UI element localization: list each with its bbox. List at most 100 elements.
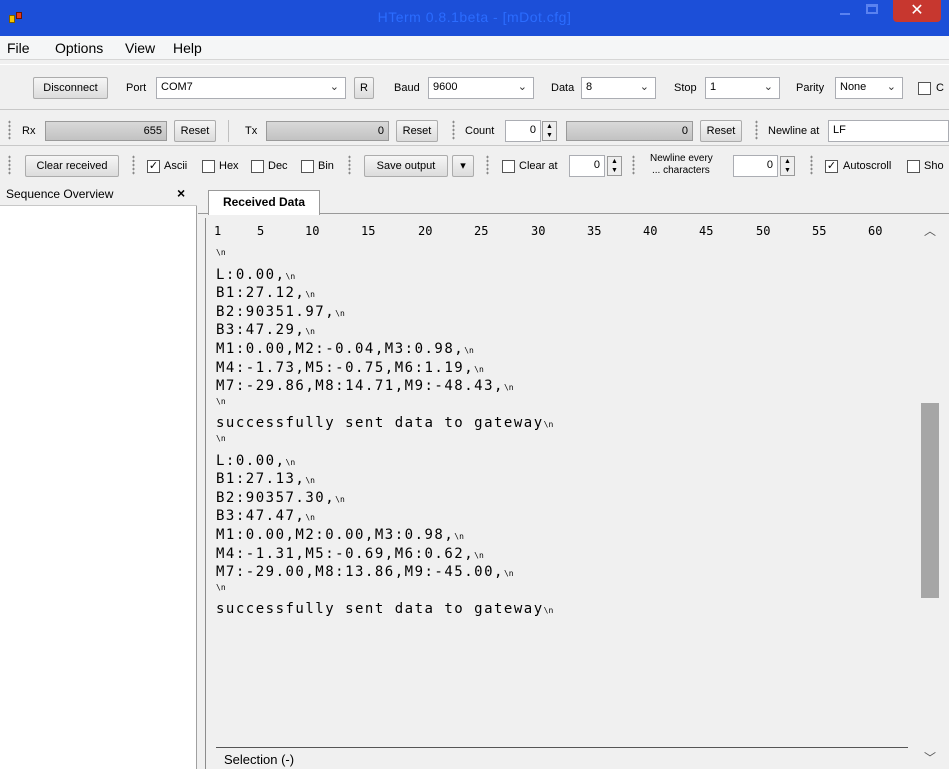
close-icon[interactable]: × <box>177 185 185 201</box>
received-line: B2:90351.97,\n <box>216 304 916 323</box>
received-line: B1:27.13,\n <box>216 471 916 490</box>
received-line: B1:27.12,\n <box>216 285 916 304</box>
separator <box>228 120 229 142</box>
cts-label: C <box>936 82 944 94</box>
newline-marker: \n <box>474 550 484 560</box>
received-line: \n <box>216 434 916 453</box>
clear-at-spinner[interactable]: ▲ ▼ <box>607 156 622 176</box>
clear-at-checkbox[interactable] <box>502 160 515 173</box>
received-line: \n <box>216 583 916 602</box>
tx-reset-button[interactable]: Reset <box>396 120 438 142</box>
received-text[interactable]: \n L:0.00,\n B1:27.12,\n B2:90351.97,\n B3:4… <box>216 248 916 620</box>
received-line-text: M7:-29.86,M8:14.71,M9:-48.43, <box>216 378 504 395</box>
refresh-ports-button[interactable]: R <box>354 77 374 99</box>
ruler-tick: 25 <box>474 224 489 238</box>
ascii-checkbox[interactable]: ✓ <box>147 160 160 173</box>
received-line-text: B3:47.29, <box>216 322 306 339</box>
data-bits-label: Data <box>551 82 575 94</box>
port-select[interactable]: COM7 ⌄ <box>156 77 346 99</box>
menu-help[interactable]: Help <box>173 40 202 56</box>
received-line: successfully sent data to gateway\n <box>216 601 916 620</box>
received-line-text: M4:-1.73,M5:-0.75,M6:1.19, <box>216 359 475 376</box>
minimize-button[interactable] <box>833 0 857 22</box>
received-line-text: B2:90357.30, <box>216 489 336 506</box>
data-bits-select[interactable]: 8 ⌄ <box>581 77 656 99</box>
ruler-tick: 45 <box>699 224 714 238</box>
menu-view[interactable]: View <box>125 40 155 56</box>
newline-every-spinner[interactable]: ▲ ▼ <box>780 156 795 176</box>
newline-marker: \n <box>305 476 315 486</box>
divider <box>216 747 908 748</box>
rx-reset-button[interactable]: Reset <box>174 120 216 142</box>
toolbar-grip[interactable] <box>8 120 11 140</box>
hex-checkbox[interactable] <box>202 160 215 173</box>
disconnect-button[interactable]: Disconnect <box>33 77 108 99</box>
chevron-up-icon[interactable]: ︿ <box>924 222 936 239</box>
newline-marker: \n <box>305 327 315 337</box>
ruler-tick: 55 <box>812 224 827 238</box>
chevron-down-icon[interactable]: ﹀ <box>924 749 936 766</box>
ruler-tick: 10 <box>305 224 320 238</box>
newline-at-select[interactable]: LF <box>828 120 949 142</box>
received-line-text: M1:0.00,M2:0.00,M3:0.98, <box>216 526 455 543</box>
bin-checkbox[interactable] <box>301 160 314 173</box>
received-data-area[interactable]: 1 5 10 15 20 25 30 35 40 45 50 55 60 \n L… <box>205 218 949 769</box>
parity-select[interactable]: None ⌄ <box>835 77 903 99</box>
toolbar-grip[interactable] <box>348 155 351 175</box>
save-output-dropdown[interactable]: ▾ <box>452 155 474 177</box>
ruler-tick: 1 <box>214 224 222 238</box>
display-toolbar: Clear received ✓ Ascii Hex Dec Bin Save … <box>0 150 949 182</box>
toolbar-grip[interactable] <box>810 155 813 175</box>
received-line: \n <box>216 397 916 416</box>
dec-checkbox[interactable] <box>251 160 264 173</box>
bin-label: Bin <box>318 160 334 172</box>
sequence-overview-title: Sequence Overview <box>6 187 114 201</box>
count-input[interactable]: 0 <box>505 120 541 142</box>
toolbar-grip[interactable] <box>132 155 135 175</box>
autoscroll-checkbox[interactable]: ✓ <box>825 160 838 173</box>
newline-every-input[interactable]: 0 <box>733 155 778 177</box>
newline-marker: \n <box>464 345 474 355</box>
maximize-button[interactable] <box>860 0 886 22</box>
hex-label: Hex <box>219 160 239 172</box>
received-line-text: L:0.00, <box>216 266 286 283</box>
ruler-tick: 5 <box>257 224 265 238</box>
toolbar-grip[interactable] <box>486 155 489 175</box>
port-label: Port <box>126 82 147 94</box>
tab-received-data[interactable]: Received Data <box>208 190 320 215</box>
received-line: M4:-1.31,M5:-0.69,M6:0.62,\n <box>216 546 916 565</box>
received-line: L:0.00,\n <box>216 267 916 286</box>
save-output-button[interactable]: Save output <box>364 155 448 177</box>
received-line: successfully sent data to gateway\n <box>216 415 916 434</box>
toolbar-grip[interactable] <box>755 120 758 140</box>
stop-bits-select[interactable]: 1 ⌄ <box>705 77 780 99</box>
vertical-scrollbar[interactable]: ︿ ﹀ <box>919 222 941 769</box>
count-reset-button[interactable]: Reset <box>700 120 742 142</box>
newline-marker: \n <box>503 383 514 393</box>
parity-value: None <box>840 81 867 93</box>
newline-marker: \n <box>285 271 296 281</box>
clear-at-input[interactable]: 0 <box>569 155 605 177</box>
menu-options[interactable]: Options <box>55 40 103 56</box>
cts-checkbox[interactable] <box>918 82 931 95</box>
baud-select[interactable]: 9600 ⌄ <box>428 77 534 99</box>
tx-counter: 0 <box>266 121 389 141</box>
show-checkbox[interactable] <box>907 160 920 173</box>
newline-marker: \n <box>543 606 554 616</box>
newline-marker: \n <box>305 290 315 300</box>
data-bits-value: 8 <box>586 81 593 93</box>
menu-file[interactable]: File <box>7 40 30 56</box>
toolbar-grip[interactable] <box>632 155 635 175</box>
toolbar-grip[interactable] <box>452 120 455 140</box>
title-bar: HTerm 0.8.1beta - [mDot.cfg] ✕ <box>0 0 949 36</box>
count-spinner[interactable]: ▲ ▼ <box>542 121 557 141</box>
close-button[interactable]: ✕ <box>893 0 941 22</box>
ruler-tick: 30 <box>531 224 546 238</box>
scrollbar-thumb[interactable] <box>921 403 939 598</box>
ruler-tick: 35 <box>587 224 602 238</box>
selection-status: Selection (-) <box>224 752 295 767</box>
chevron-down-icon: ⌄ <box>763 81 773 93</box>
toolbar-grip[interactable] <box>8 155 11 175</box>
received-line: M7:-29.00,M8:13.86,M9:-45.00,\n <box>216 564 916 583</box>
clear-received-button[interactable]: Clear received <box>25 155 119 177</box>
